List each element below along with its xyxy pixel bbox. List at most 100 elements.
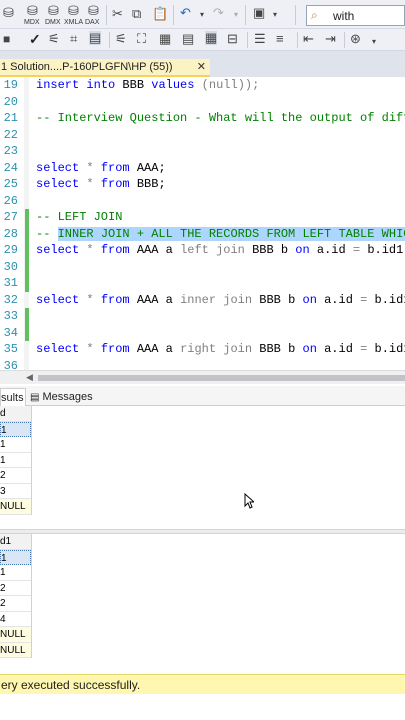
code-token: from (100, 292, 130, 307)
tab-messages[interactable]: ▤ Messages (30, 388, 93, 406)
dax-query-button[interactable]: DAX (85, 16, 99, 30)
live-stats-icon[interactable]: ⛶ (137, 32, 146, 46)
code-text: insert into BBB values (null)); (36, 77, 259, 94)
stop-execution-icon[interactable]: ■ (3, 32, 10, 46)
sql-editor[interactable]: 19 insert into BBB values (null)); 20 21 -- … (0, 77, 405, 370)
undo-dropdown-icon[interactable]: ▾ (200, 8, 204, 22)
line-number: 30 (3, 259, 18, 274)
code-token: from (100, 160, 130, 175)
grid-cell[interactable]: 1 (0, 437, 31, 453)
scroll-left-icon[interactable]: ◀ (26, 372, 33, 383)
column-header[interactable]: d (0, 406, 31, 422)
scrollbar-thumb[interactable] (38, 375, 405, 381)
close-icon[interactable]: ✕ (197, 59, 206, 75)
grid-cell[interactable]: NULL (0, 499, 31, 515)
result-grid-2[interactable]: d1 1 1 2 2 4 NULL NULL (0, 534, 32, 658)
code-text: select * from BBB; (36, 176, 166, 193)
grid-cell[interactable]: NULL (0, 642, 31, 658)
results-to-text-icon[interactable]: ▤ (182, 32, 194, 46)
code-line[interactable]: 29 select * from AAA a left join BBB b on… (0, 242, 405, 259)
copy-icon[interactable]: ⧉ (132, 7, 141, 21)
code-text: select * from AAA; (36, 160, 166, 177)
document-tab[interactable]: 1 Solution....P-160PLGFN\HP (55)) ✕ (0, 59, 210, 77)
grid-cell[interactable]: 2 (0, 581, 31, 596)
activity-monitor-icon[interactable]: ▣ (253, 6, 265, 20)
search-icon: ⌕ (311, 8, 318, 22)
code-line[interactable]: 23 (0, 143, 405, 160)
grid-cell[interactable]: NULL (0, 627, 31, 643)
code-token: insert (36, 78, 80, 92)
code-token: BBB b (252, 342, 303, 356)
toolbar-separator (297, 32, 298, 48)
results-to-file-icon[interactable]: ▤ (89, 31, 102, 45)
grid-cell[interactable]: 3 (0, 484, 31, 499)
decrease-indent-icon[interactable]: ⇤ (303, 32, 314, 46)
redo-icon[interactable]: ↷ (213, 6, 224, 20)
results-to-grid-icon[interactable]: ▦ (205, 31, 218, 45)
grid-cell[interactable]: 1 (0, 549, 31, 565)
code-line[interactable]: 31 (0, 275, 405, 292)
code-line[interactable]: 26 (0, 193, 405, 210)
line-number: 23 (3, 144, 18, 158)
column-header[interactable]: d1 (0, 534, 31, 550)
editor-horizontal-scrollbar[interactable]: ◀ (0, 370, 405, 384)
parse-check-icon[interactable]: ✓ (29, 32, 41, 46)
query-icon[interactable]: ⛁ (3, 6, 14, 20)
code-text: select * from AAA a inner join BBB b on … (36, 292, 405, 309)
toolbar-overflow-icon[interactable]: ▾ (372, 35, 376, 49)
increase-indent-icon[interactable]: ⇥ (325, 32, 336, 46)
redo-dropdown-icon[interactable]: ▾ (234, 8, 238, 22)
code-line[interactable]: 22 (0, 127, 405, 144)
code-line[interactable]: 28 -- INNER JOIN + ALL THE RECORDS FROM L… (0, 225, 405, 242)
code-line[interactable]: 27 -- LEFT JOIN (0, 209, 405, 226)
display-plan-icon[interactable]: ⚟ (48, 32, 60, 46)
result-grid-1[interactable]: d 1 1 1 2 3 NULL (0, 406, 32, 515)
grid-splitter[interactable] (0, 529, 405, 534)
tab-results[interactable]: sults (0, 388, 26, 406)
grid-cell[interactable]: 4 (0, 612, 31, 627)
include-plan-icon[interactable]: ⚟ (115, 32, 127, 46)
search-box[interactable]: ⌕ with (306, 5, 405, 26)
dmx-query-button[interactable]: DMX (45, 16, 61, 30)
code-line[interactable]: 19 insert into BBB values (null)); (0, 77, 405, 94)
code-line[interactable]: 21 -- Interview Question - What will the … (0, 110, 405, 127)
specify-values-icon[interactable]: ⊛ (350, 32, 361, 46)
cut-icon[interactable]: ✂ (112, 7, 123, 21)
undo-icon[interactable]: ↶ (180, 6, 191, 20)
code-token: inner join (180, 292, 253, 307)
comment-out-icon[interactable]: ☰ (254, 32, 266, 46)
query-designer-icon[interactable]: ⌗ (70, 32, 77, 46)
code-line[interactable]: 25 select * from BBB; (0, 176, 405, 193)
client-stats-icon[interactable]: ▦ (159, 32, 171, 46)
code-line[interactable]: 20 (0, 94, 405, 111)
grid-cell[interactable]: 2 (0, 468, 31, 484)
paste-icon[interactable]: 📋 (152, 7, 168, 21)
change-marker (25, 324, 29, 341)
grid-cell[interactable]: 1 (0, 421, 31, 437)
code-line[interactable]: 34 (0, 324, 405, 341)
xmla-query-button[interactable]: XMLA (64, 16, 83, 30)
results-to-file2-icon[interactable]: ⊟ (227, 32, 238, 46)
code-line[interactable]: 35 select * from AAA a right join BBB b o… (0, 341, 405, 358)
line-number: 34 (3, 325, 18, 340)
search-input[interactable]: with (333, 9, 354, 23)
code-token: )); (237, 78, 260, 92)
code-line[interactable]: 32 select * from AAA a inner join BBB b o… (0, 292, 405, 309)
code-token: * (86, 342, 94, 356)
uncomment-icon[interactable]: ≡ (276, 32, 284, 46)
code-line[interactable]: 33 (0, 308, 405, 325)
code-line[interactable]: 24 select * from AAA; (0, 160, 405, 177)
grid-cell[interactable]: 1 (0, 565, 31, 581)
document-tab-strip: 1 Solution....P-160PLGFN\HP (55)) ✕ (0, 59, 405, 77)
mdx-query-button[interactable]: MDX (24, 16, 40, 30)
grid-cell[interactable]: 2 (0, 596, 31, 612)
code-line[interactable]: 30 (0, 258, 405, 275)
grid-cell[interactable]: 1 (0, 453, 31, 468)
toolbar-options-icon[interactable]: ▾ (273, 8, 277, 22)
code-token: * (86, 177, 94, 191)
code-line[interactable]: 36 (0, 358, 405, 371)
code-token: BBB b (252, 292, 303, 307)
